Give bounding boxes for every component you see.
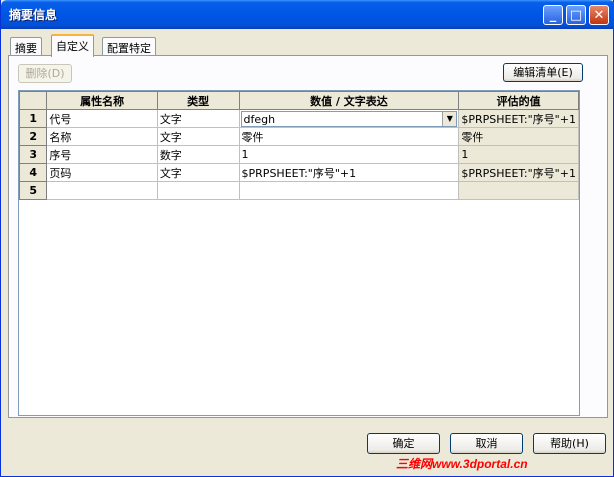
title-bar[interactable]: 摘要信息 _ □ ✕ (1, 0, 614, 29)
row-number[interactable]: 5 (18, 181, 48, 200)
help-button[interactable]: 帮助(H) (533, 433, 606, 454)
value-combobox-text[interactable]: dfegh (244, 113, 276, 126)
table-row: 4 页码 文字 $PRPSHEET:"序号"+1 $PRPSHEET:"序号"+… (18, 163, 579, 182)
property-value-cell[interactable]: dfegh ▼ (238, 109, 460, 128)
evaluated-value-cell: 1 (458, 145, 579, 164)
table-row: 2 名称 文字 零件 零件 (18, 127, 579, 146)
table-row: 5 (18, 181, 579, 200)
table-row: 3 序号 数字 1 1 (18, 145, 579, 164)
minimize-button[interactable]: _ (543, 5, 563, 25)
evaluated-value-cell: $PRPSHEET:"序号"+1 (458, 163, 579, 182)
property-grid: 属性名称 类型 数值 / 文字表达 评估的值 1 代号 文字 dfegh ▼ $… (18, 90, 580, 416)
cancel-button[interactable]: 取消 (450, 433, 523, 454)
property-value-cell[interactable]: 1 (238, 145, 460, 164)
window-title: 摘要信息 (9, 8, 58, 22)
property-type-cell[interactable] (156, 181, 240, 200)
corner-cell (18, 91, 48, 110)
property-type-cell[interactable]: 文字 (156, 109, 240, 128)
row-number[interactable]: 1 (18, 109, 48, 128)
property-type-cell[interactable]: 文字 (156, 127, 240, 146)
row-number[interactable]: 2 (18, 127, 48, 146)
minimize-icon: _ (549, 7, 557, 23)
close-button[interactable]: ✕ (589, 5, 609, 25)
property-type-cell[interactable]: 数字 (156, 145, 240, 164)
close-icon: ✕ (593, 7, 605, 23)
column-header-value[interactable]: 数值 / 文字表达 (238, 91, 460, 110)
property-value-cell[interactable]: $PRPSHEET:"序号"+1 (238, 163, 460, 182)
property-name-cell[interactable]: 页码 (46, 163, 158, 182)
edit-list-button[interactable]: 编辑清单(E) (503, 63, 583, 82)
property-name-cell[interactable]: 序号 (46, 145, 158, 164)
property-value-cell[interactable] (238, 181, 460, 200)
evaluated-value-cell: $PRPSHEET:"序号"+1 (458, 109, 579, 128)
evaluated-value-cell: 零件 (458, 127, 579, 146)
property-name-cell[interactable]: 名称 (46, 127, 158, 146)
maximize-button[interactable]: □ (566, 5, 586, 25)
tab-summary[interactable]: 摘要 (10, 37, 42, 56)
value-combobox[interactable]: dfegh ▼ (240, 110, 458, 127)
table-row: 1 代号 文字 dfegh ▼ $PRPSHEET:"序号"+1 (18, 109, 579, 128)
row-number[interactable]: 4 (18, 163, 48, 182)
ok-button[interactable]: 确定 (367, 433, 440, 454)
maximize-icon: □ (569, 7, 583, 23)
column-header-name[interactable]: 属性名称 (46, 91, 158, 110)
column-header-type[interactable]: 类型 (156, 91, 240, 110)
property-table: 属性名称 类型 数值 / 文字表达 评估的值 1 代号 文字 dfegh ▼ $… (18, 91, 579, 200)
tab-config-specific[interactable]: 配置特定 (102, 37, 156, 56)
property-type-cell[interactable]: 文字 (156, 163, 240, 182)
property-name-cell[interactable]: 代号 (46, 109, 158, 128)
dropdown-arrow-icon[interactable]: ▼ (442, 111, 457, 126)
property-name-cell[interactable] (46, 181, 158, 200)
summary-info-dialog: 摘要信息 _ □ ✕ 摘要 自定义 配置特定 删除(D) 编辑清单(E) 属性名… (0, 0, 614, 477)
evaluated-value-cell (458, 181, 579, 200)
delete-button[interactable]: 删除(D) (18, 64, 72, 83)
row-number[interactable]: 3 (18, 145, 48, 164)
watermark: 三维网www.3dportal.cn (396, 457, 528, 471)
column-header-evaluated[interactable]: 评估的值 (458, 91, 579, 110)
table-header-row: 属性名称 类型 数值 / 文字表达 评估的值 (18, 91, 579, 110)
tab-custom[interactable]: 自定义 (51, 34, 94, 57)
property-value-cell[interactable]: 零件 (238, 127, 460, 146)
